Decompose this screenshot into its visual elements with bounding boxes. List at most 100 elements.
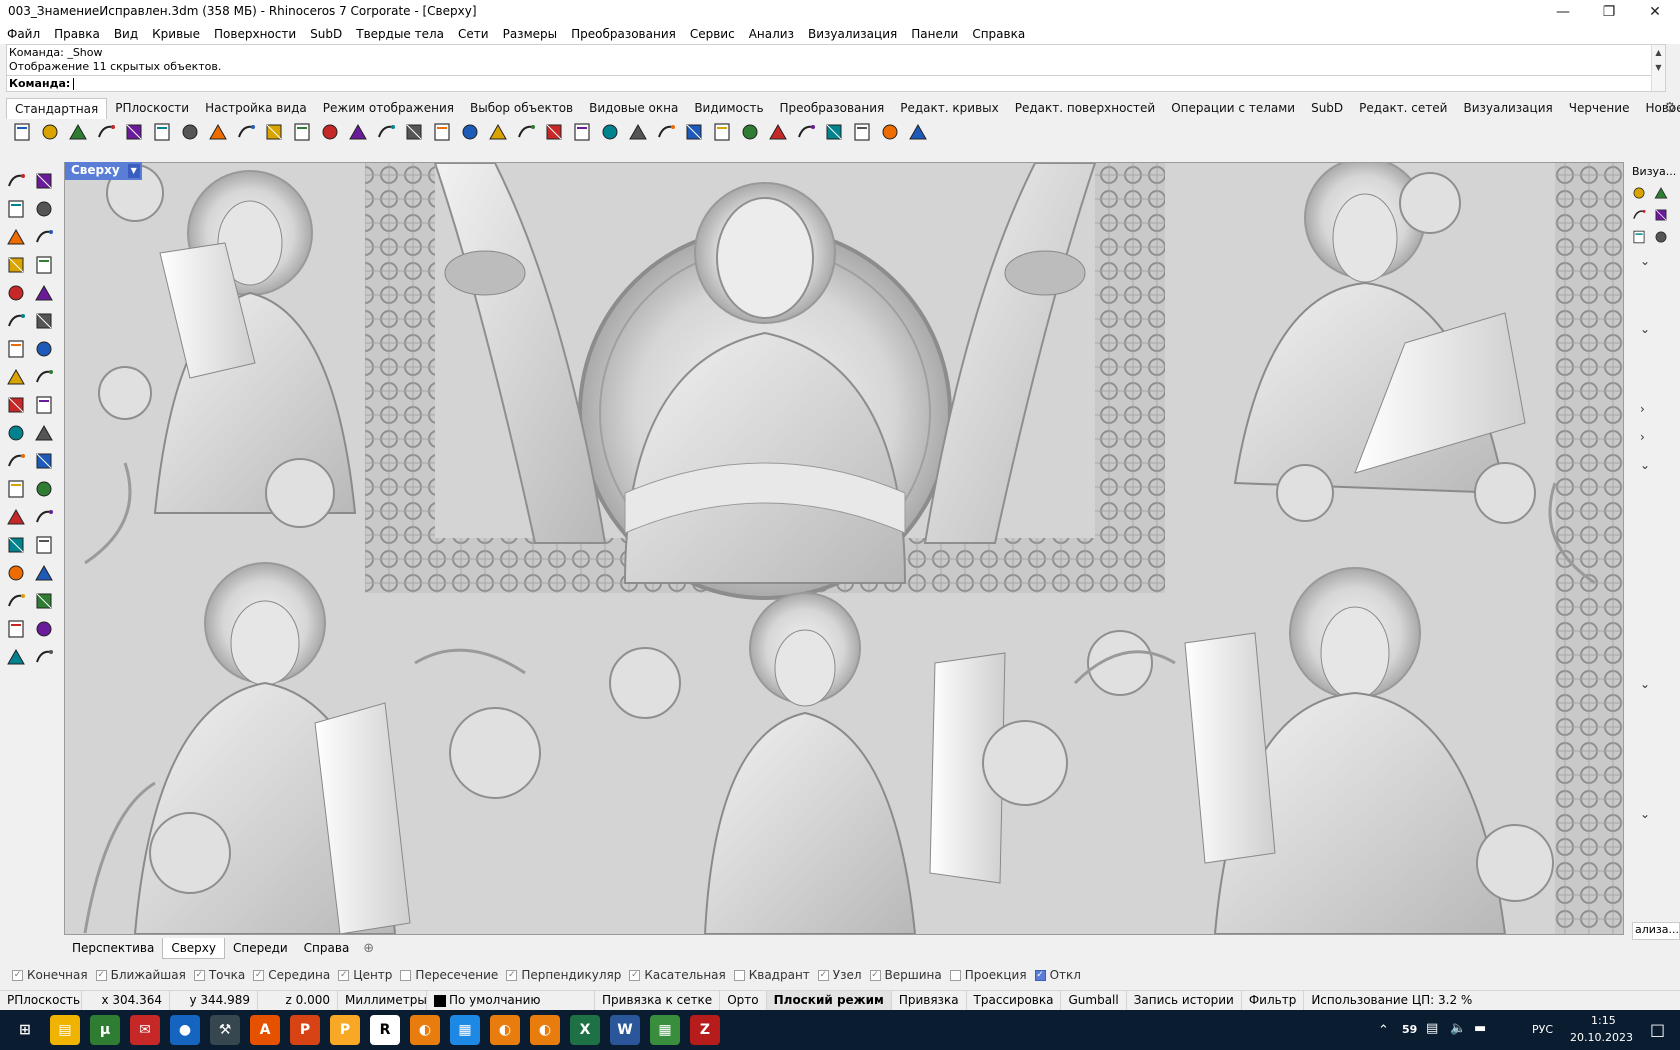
osnap-checkbox[interactable]: ✓ [869,969,881,981]
mail-icon[interactable]: ✉ [130,1015,160,1045]
utorrent-icon[interactable]: µ [90,1015,120,1045]
osnap-проекция[interactable]: Проекция [946,968,1031,982]
osnap-checkbox[interactable]: ✓ [1034,969,1046,981]
print-button[interactable] [92,119,120,147]
arc-button[interactable] [30,224,58,252]
boolean-diff-button[interactable] [30,448,58,476]
light-button[interactable] [596,119,624,147]
close-button[interactable]: ✕ [1632,0,1678,24]
blend-button[interactable] [30,476,58,504]
rhino-icon[interactable]: R [370,1015,400,1045]
blender-icon[interactable]: ◐ [490,1015,520,1045]
osnap-button[interactable] [540,119,568,147]
boolean-union-button[interactable] [2,448,30,476]
osnap-checkbox[interactable]: ✓ [338,969,350,981]
tab-операции-с-телами[interactable]: Операции с телами [1163,98,1303,118]
layout-button[interactable] [30,532,58,560]
zoom-dynamic-button[interactable] [344,119,372,147]
right-panel-bottom-tab[interactable]: ализа... [1632,922,1680,940]
osnap-checkbox[interactable] [949,969,961,981]
menu-item-преобразования[interactable]: Преобразования [564,24,683,44]
zoom-extents-button[interactable] [372,119,400,147]
osnap-конечная[interactable]: ✓ Конечная [8,968,92,982]
menu-item-визуализация[interactable]: Визуализация [801,24,904,44]
rectangle-button[interactable] [2,252,30,280]
file-explorer-icon[interactable]: ▤ [50,1015,80,1045]
chevron-down-icon[interactable]: ⌄ [1640,254,1650,268]
chevron-down-icon[interactable]: ⌄ [1640,458,1650,472]
status-grid-snap[interactable]: Привязка к сетке [595,991,721,1010]
network-icon[interactable]: ▤ [1426,1021,1438,1036]
layers-button[interactable] [652,119,680,147]
osnap-вершина[interactable]: ✓ Вершина [866,968,946,982]
fillet-button[interactable] [30,280,58,308]
gear-icon[interactable]: ⚙ [1663,100,1676,116]
tab-черчение[interactable]: Черчение [1561,98,1638,118]
dimension-button[interactable] [30,504,58,532]
chevron-right-icon[interactable]: › [1640,430,1645,444]
status-cplane[interactable]: РПлоскость [0,991,82,1010]
blue-sphere-button[interactable] [764,119,792,147]
menu-item-правка[interactable]: Правка [47,24,107,44]
tab-рплоскости[interactable]: РПлоскости [107,98,197,118]
pan-button[interactable] [260,119,288,147]
extrude-button[interactable] [30,308,58,336]
osnap-касательная[interactable]: ✓ Касательная [625,968,729,982]
status-units[interactable]: Миллиметры [338,991,427,1010]
tab-режим-отображения[interactable]: Режим отображения [315,98,462,118]
tab-редакт-сетей[interactable]: Редакт. сетей [1351,98,1455,118]
menu-item-поверхности[interactable]: Поверхности [207,24,303,44]
cut-button[interactable] [148,119,176,147]
menu-item-сети[interactable]: Сети [451,24,496,44]
command-area[interactable]: Команда: _Show Отображение 11 скрытых об… [6,44,1666,92]
command-prompt[interactable]: Команда: [7,75,1652,91]
four-viewports-button[interactable] [456,119,484,147]
tray-date[interactable]: 20.10.2023 [1570,1031,1633,1044]
sphere-button[interactable] [30,336,58,364]
mesh-button[interactable] [2,560,30,588]
menu-item-кривые[interactable]: Кривые [145,24,207,44]
viewport-title[interactable]: Сверху ▼ [65,162,142,180]
split-button[interactable] [30,420,58,448]
powerpoint-icon[interactable]: P [290,1015,320,1045]
color-wheel-icon[interactable] [1628,182,1650,204]
menu-item-анализ[interactable]: Анализ [742,24,801,44]
group-button[interactable] [2,532,30,560]
copy-button[interactable] [176,119,204,147]
join-button[interactable] [30,392,58,420]
chevron-right-icon[interactable]: › [1640,402,1645,416]
status-osnap[interactable]: Привязка [892,991,967,1010]
ellipse-button[interactable] [2,280,30,308]
menu-item-размеры[interactable]: Размеры [496,24,565,44]
camera-icon[interactable] [1650,226,1672,248]
pin-button[interactable] [792,119,820,147]
tab-визуализация[interactable]: Визуализация [1455,98,1560,118]
status-planar[interactable]: Плоский режим [766,991,892,1010]
open-file-button[interactable] [36,119,64,147]
viewport-top[interactable] [64,162,1624,935]
tab-преобразования[interactable]: Преобразования [772,98,893,118]
circle-button[interactable] [2,224,30,252]
display-icon[interactable] [1650,204,1672,226]
status-smarttrack[interactable]: Трассировка [967,991,1062,1010]
select-arrow-button[interactable] [2,168,30,196]
select-button[interactable] [568,119,596,147]
analyze-button[interactable] [2,616,30,644]
osnap-точка[interactable]: ✓ Точка [190,968,249,982]
paste-button[interactable] [204,119,232,147]
osnap-квадрант[interactable]: Квадрант [730,968,814,982]
trim-button[interactable] [2,420,30,448]
word-icon[interactable]: W [610,1015,640,1045]
explode-button[interactable] [2,392,30,420]
cylinder-button[interactable] [2,364,30,392]
menu-item-сервис[interactable]: Сервис [683,24,742,44]
sticky-icon[interactable]: P [330,1015,360,1045]
polyline-button[interactable] [2,196,30,224]
osnap-checkbox[interactable]: ✓ [506,969,518,981]
osnap-checkbox[interactable] [733,969,745,981]
help-button[interactable] [904,119,932,147]
zoom-selected-button[interactable] [400,119,428,147]
osnap-checkbox[interactable]: ✓ [95,969,107,981]
tray-time[interactable]: 1:15 [1591,1014,1616,1027]
tab-видовые-окна[interactable]: Видовые окна [581,98,686,118]
